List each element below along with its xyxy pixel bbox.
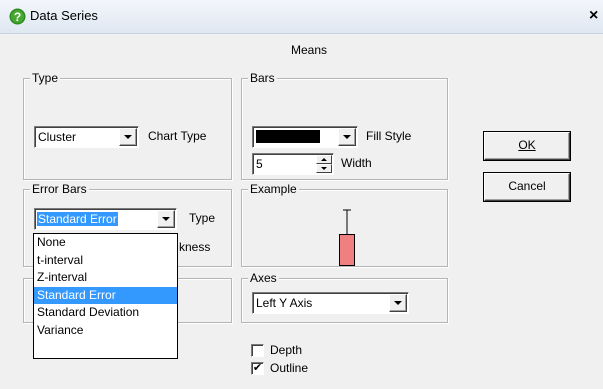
cancel-button-label: Cancel <box>508 179 546 193</box>
type-group-label: Type <box>30 71 61 85</box>
spin-up-icon[interactable] <box>316 155 332 164</box>
chevron-down-icon[interactable] <box>157 210 175 228</box>
width-spinner[interactable]: 5 <box>252 153 334 175</box>
fill-style-select[interactable] <box>252 126 358 148</box>
error-type-dropdown-list[interactable]: None t-interval Z-interval Standard Erro… <box>33 233 178 359</box>
example-group-label: Example <box>248 182 299 196</box>
outline-checkbox[interactable]: ✔ <box>251 362 264 375</box>
chevron-down-icon[interactable] <box>389 294 407 312</box>
list-item[interactable]: Standard Deviation <box>34 304 177 322</box>
list-item[interactable]: Z-interval <box>34 269 177 287</box>
series-subtitle: Means <box>291 43 328 57</box>
example-bar <box>339 234 355 266</box>
ok-button[interactable]: OK <box>484 132 570 160</box>
example-preview <box>339 209 355 266</box>
spin-down-icon[interactable] <box>316 164 332 173</box>
svg-text:?: ? <box>14 10 21 24</box>
error-bars-group-label: Error Bars <box>30 182 89 196</box>
ok-button-label: OK <box>518 138 536 152</box>
axis-select[interactable]: Left Y Axis <box>252 292 409 314</box>
error-type-select[interactable]: Standard Error <box>34 208 177 230</box>
chart-type-select[interactable]: Cluster <box>34 126 139 148</box>
bars-group-label: Bars <box>248 71 277 85</box>
axis-value: Left Y Axis <box>256 296 313 310</box>
list-item[interactable]: None <box>34 234 177 252</box>
error-type-value: Standard Error <box>37 212 118 226</box>
type-group: Type Cluster Chart Type <box>23 71 232 180</box>
cancel-button[interactable]: Cancel <box>484 173 570 201</box>
list-item[interactable]: Variance <box>34 322 177 340</box>
fill-style-label: Fill Style <box>366 129 412 143</box>
close-icon[interactable]: × <box>589 7 603 25</box>
thickness-label: kness <box>179 240 211 254</box>
error-type-label: Type <box>189 211 216 225</box>
fill-style-swatch <box>256 130 320 143</box>
help-icon: ? <box>9 8 26 25</box>
title-bar[interactable]: ? Data Series × <box>0 0 603 34</box>
depth-label: Depth <box>270 343 303 357</box>
bars-group: Bars Fill Style 5 Width <box>241 71 448 180</box>
outline-label: Outline <box>270 361 309 375</box>
example-group: Example <box>241 182 448 267</box>
window-title: Data Series <box>30 8 98 23</box>
axes-group: Axes Left Y Axis <box>241 271 448 323</box>
width-label: Width <box>341 156 372 170</box>
list-item[interactable]: Standard Error <box>34 286 177 304</box>
depth-checkbox[interactable] <box>251 344 264 357</box>
chevron-down-icon[interactable] <box>119 128 137 146</box>
axes-group-label: Axes <box>248 271 279 285</box>
chart-type-label: Chart Type <box>148 129 207 143</box>
chart-type-value: Cluster <box>38 130 77 144</box>
chevron-down-icon[interactable] <box>338 128 356 146</box>
spin-buttons[interactable] <box>316 155 332 173</box>
list-item[interactable]: t-interval <box>34 252 177 270</box>
width-value: 5 <box>256 157 263 171</box>
